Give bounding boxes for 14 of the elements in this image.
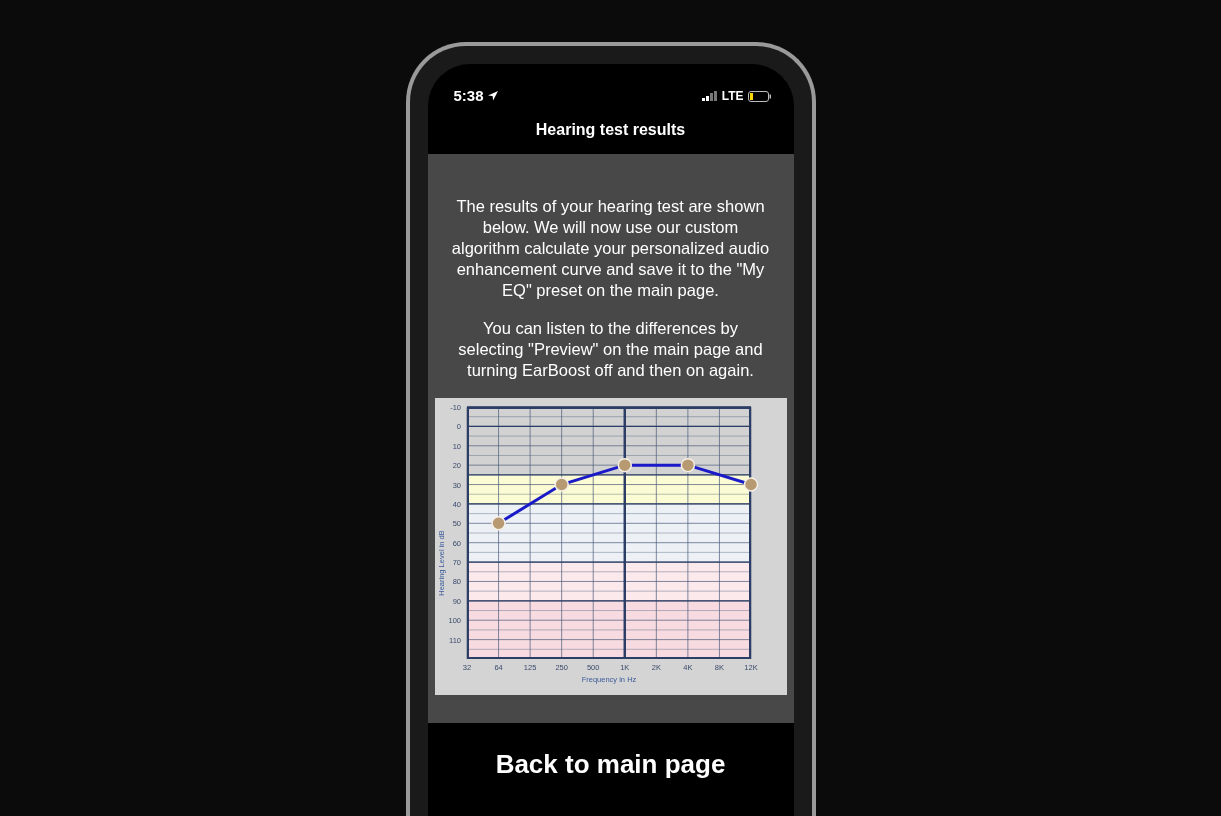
back-button[interactable]: Back to main page (427, 723, 794, 806)
network-label: LTE (721, 88, 744, 105)
location-arrow-icon (487, 91, 498, 101)
data-point (617, 457, 632, 473)
data-point (743, 477, 758, 492)
intro-paragraph: The results of your hearing test are shown below. We will now use our custom algorithm calculate your personalized audio enhancement curve and save it to the "My EQ" preset on the main page. (450, 196, 771, 301)
data-point (490, 516, 506, 531)
signal-icon (701, 91, 718, 101)
data-point (680, 457, 695, 473)
data-point (553, 477, 569, 492)
battery-icon (747, 90, 772, 102)
screen-title: Hearing test results (534, 120, 687, 140)
status-time: 5:38 (453, 85, 484, 106)
intro-paragraph: You can listen to the differences by selecting "Preview" on the main page and turning EarBoost off and then on again. (457, 318, 764, 381)
